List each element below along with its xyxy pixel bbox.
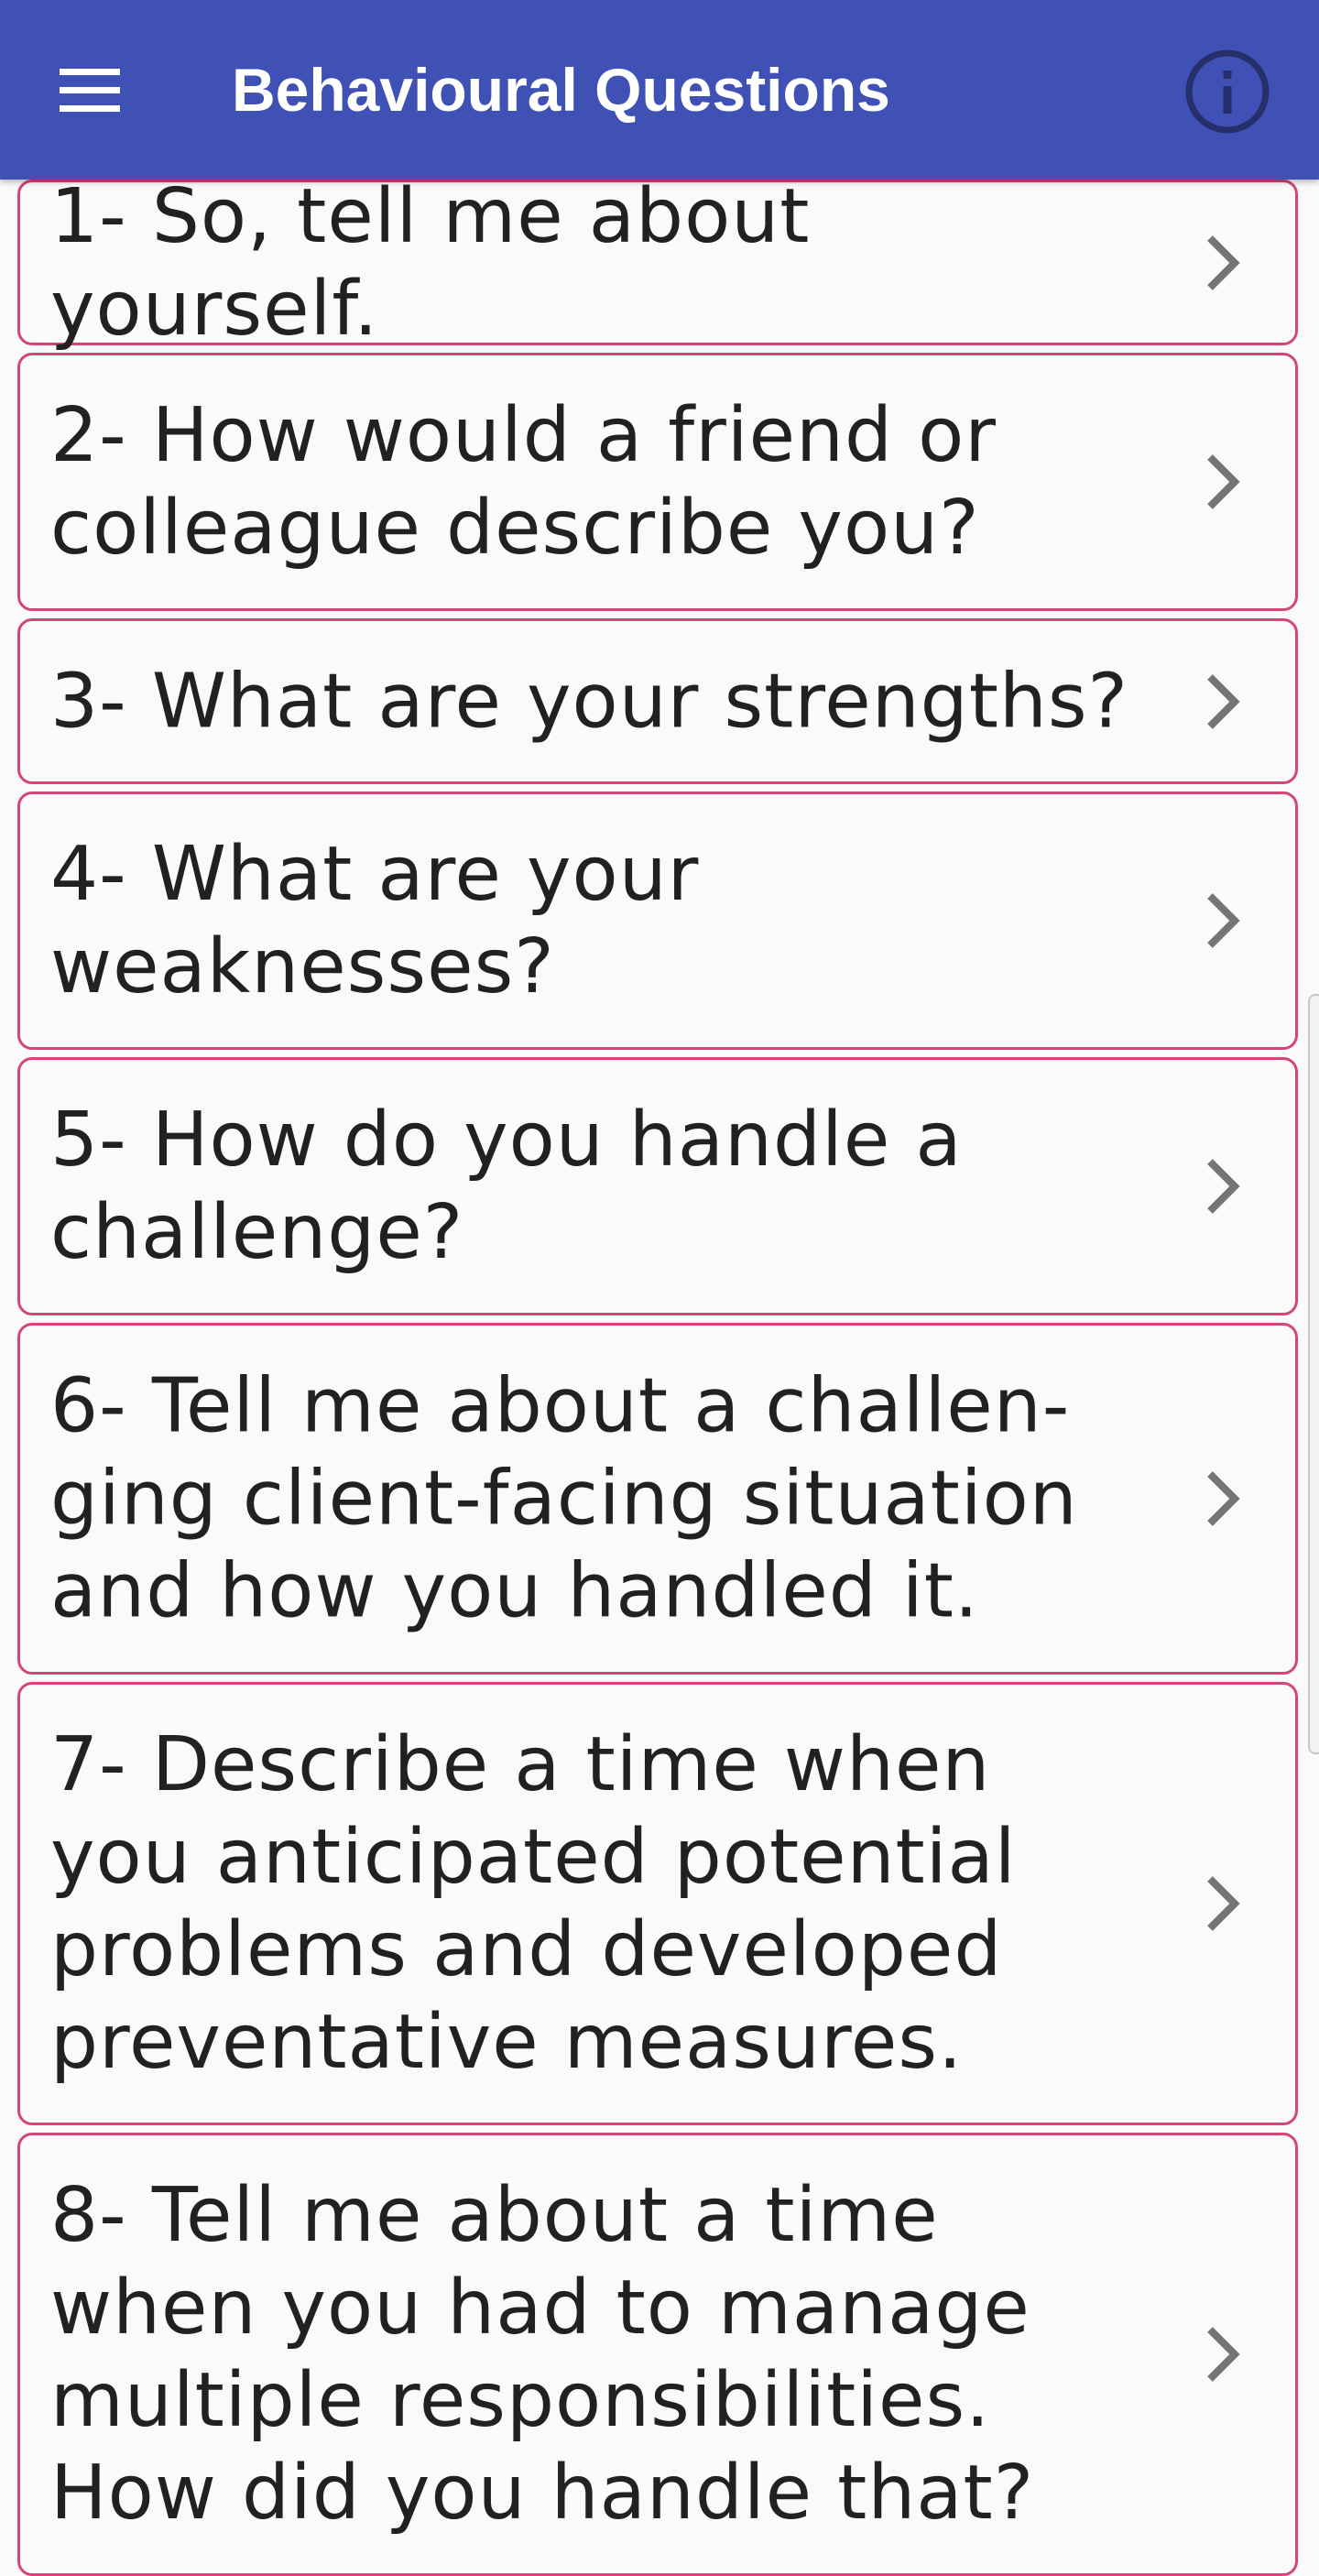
question-label: 6- Tell me about a challen-ging client-f… — [50, 1362, 1078, 1635]
question-card-4[interactable]: 4- What are your weaknesses? — [17, 791, 1298, 1050]
question-card-1[interactable]: 1- So, tell me about yourself. — [17, 173, 1298, 353]
hamburger-menu-icon — [60, 69, 120, 75]
chevron-right-icon — [1207, 673, 1240, 729]
question-card-6[interactable]: 6- Tell me about a challen-ging client-f… — [17, 1323, 1298, 1675]
chevron-right-icon — [1207, 1471, 1240, 1526]
chevron-right-icon — [1207, 1159, 1240, 1214]
question-card-5[interactable]: 5- How do you handle a challenge? — [17, 1057, 1298, 1315]
question-card-3[interactable]: 3- What are your strengths? — [17, 618, 1298, 784]
question-card-2[interactable]: 2- How would a friend or colleague descr… — [17, 353, 1298, 611]
question-card-7[interactable]: 7- Describe a time when you anticipated … — [17, 1682, 1298, 2125]
question-label: 3- What are your strengths? — [50, 658, 1129, 745]
question-label: 2- How would a friend or colleague descr… — [50, 392, 997, 572]
question-card-8[interactable]: 8- Tell me about a time when you had to … — [17, 2133, 1298, 2576]
menu-button[interactable] — [46, 53, 134, 126]
chevron-right-icon — [1207, 893, 1240, 948]
chevron-right-icon — [1207, 454, 1240, 509]
app-bar: Behavioural Questions — [0, 0, 1319, 180]
page-title: Behavioural Questions — [232, 56, 890, 124]
chevron-right-icon — [1207, 235, 1240, 290]
question-label: 8- Tell me about a time when you had to … — [50, 2172, 1035, 2537]
chevron-right-icon — [1207, 2327, 1240, 2382]
info-circle-icon[interactable] — [1182, 46, 1273, 137]
question-label: 5- How do you handle a challenge? — [50, 1097, 963, 1276]
scrollbar[interactable] — [1308, 994, 1319, 1754]
question-label: 4- What are your weaknesses? — [50, 831, 700, 1010]
question-label: 1- So, tell me about yourself. — [50, 172, 811, 353]
question-label: 7- Describe a time when you anticipated … — [50, 1721, 1017, 2086]
chevron-right-icon — [1207, 1876, 1240, 1931]
